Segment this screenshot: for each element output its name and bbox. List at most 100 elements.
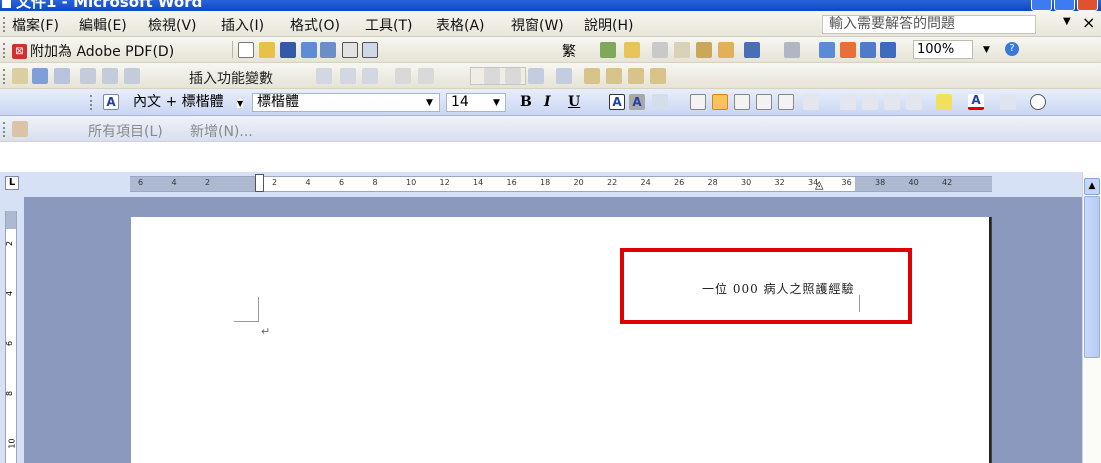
toolbar-grip-icon[interactable]	[3, 17, 5, 32]
mail-merge-recipients-icon[interactable]	[54, 68, 70, 84]
styles-formatting-icon[interactable]: A	[103, 94, 119, 110]
last-record-icon[interactable]	[505, 68, 521, 84]
chevron-down-icon[interactable]: ▼	[1063, 16, 1071, 27]
check-errors-icon[interactable]	[556, 68, 572, 84]
character-border-icon[interactable]: A	[609, 94, 625, 110]
first-record-icon[interactable]	[395, 68, 411, 84]
print-preview-icon[interactable]	[362, 42, 378, 58]
align-right-icon[interactable]	[734, 94, 750, 110]
new-document-icon[interactable]	[238, 42, 254, 58]
character-scaling-icon[interactable]	[652, 94, 668, 110]
tab-stop-icon[interactable]: ◬	[815, 178, 823, 191]
vertical-ruler[interactable]: 2 4 6 8 10	[0, 197, 24, 463]
menu-insert[interactable]: 插入(I)	[221, 15, 264, 35]
enclose-characters-icon[interactable]	[1030, 94, 1046, 110]
format-painter-icon[interactable]	[718, 42, 734, 58]
zoom-select[interactable]: 100%	[913, 40, 973, 59]
insert-excel-icon[interactable]	[880, 42, 896, 58]
align-center-icon[interactable]	[712, 94, 728, 110]
new-entry-button[interactable]: 新增(N)...	[190, 121, 253, 141]
redo-icon[interactable]	[784, 42, 800, 58]
highlight-fields-icon[interactable]	[340, 68, 356, 84]
paste-icon[interactable]	[696, 42, 712, 58]
decrease-indent-icon[interactable]	[884, 94, 900, 110]
align-left-icon[interactable]	[690, 94, 706, 110]
help-question-input[interactable]: 輸入需要解答的問題	[822, 15, 1036, 34]
save-icon[interactable]	[280, 42, 296, 58]
increase-indent-icon[interactable]	[906, 94, 922, 110]
underline-button[interactable]: U	[568, 94, 580, 110]
font-select[interactable]: 標楷體	[252, 93, 440, 112]
copy-icon[interactable]	[674, 42, 690, 58]
merge-to-email-icon[interactable]	[628, 68, 644, 84]
next-record-icon[interactable]	[484, 68, 500, 84]
email-icon[interactable]	[320, 42, 336, 58]
previous-record-icon[interactable]	[418, 68, 434, 84]
toolbar-grip-icon[interactable]	[90, 95, 92, 110]
merge-to-fax-icon[interactable]	[650, 68, 666, 84]
chevron-down-icon[interactable]: ▼	[237, 99, 244, 108]
autotext-icon[interactable]	[12, 121, 28, 137]
toolbar-grip-icon[interactable]	[3, 122, 5, 137]
hyperlink-icon[interactable]	[819, 42, 835, 58]
indent-marker-icon[interactable]	[255, 174, 264, 192]
menu-table[interactable]: 表格(A)	[436, 15, 485, 35]
scroll-thumb[interactable]	[1084, 196, 1100, 358]
open-folder-icon[interactable]	[259, 42, 275, 58]
toolbar-grip-icon[interactable]	[3, 69, 5, 84]
tab-selector-icon[interactable]: L	[5, 176, 19, 190]
convert-to-pdf-button[interactable]: ⊠ 附加為 Adobe PDF(D)	[12, 41, 174, 61]
insert-greeting-line-icon[interactable]	[102, 68, 118, 84]
menu-view[interactable]: 檢視(V)	[148, 15, 197, 35]
insert-merge-fields-icon[interactable]	[124, 68, 140, 84]
open-data-source-icon[interactable]	[32, 68, 48, 84]
insert-table-icon[interactable]	[860, 42, 876, 58]
match-fields-icon[interactable]	[362, 68, 378, 84]
close-document-icon[interactable]: ×	[1082, 13, 1095, 32]
cut-icon[interactable]	[652, 42, 668, 58]
close-window-button[interactable]	[1077, 0, 1098, 11]
traditional-chinese-button[interactable]: 繁	[562, 41, 576, 61]
bullets-icon[interactable]	[862, 94, 878, 110]
print-icon[interactable]	[342, 42, 358, 58]
all-entries-dropdown[interactable]: 所有項目(L)	[88, 121, 163, 141]
main-document-setup-icon[interactable]	[12, 68, 28, 84]
tables-borders-icon[interactable]	[840, 42, 856, 58]
merge-to-printer-icon[interactable]	[606, 68, 622, 84]
research-icon[interactable]	[624, 42, 640, 58]
maximize-button[interactable]	[1054, 0, 1075, 11]
justify-icon[interactable]	[756, 94, 772, 110]
view-merged-data-icon[interactable]	[316, 68, 332, 84]
menu-help[interactable]: 說明(H)	[584, 15, 633, 35]
numbering-icon[interactable]	[840, 94, 856, 110]
highlight-icon[interactable]	[936, 94, 952, 110]
style-select[interactable]: 內文 + 標楷體	[131, 93, 249, 112]
distributed-icon[interactable]	[778, 94, 794, 110]
menu-format[interactable]: 格式(O)	[290, 15, 340, 35]
character-shading-icon[interactable]: A	[629, 94, 645, 110]
help-icon[interactable]: ?	[1005, 42, 1019, 56]
permission-icon[interactable]	[301, 42, 317, 58]
line-spacing-icon[interactable]	[803, 94, 819, 110]
chevron-down-icon[interactable]: ▼	[426, 98, 433, 108]
menu-file[interactable]: 檔案(F)	[12, 15, 59, 35]
insert-word-field-button[interactable]: 插入功能變數	[189, 68, 273, 88]
spelling-icon[interactable]	[600, 42, 616, 58]
find-entry-icon[interactable]	[528, 68, 544, 84]
chevron-down-icon[interactable]: ▼	[493, 98, 500, 108]
toolbar-grip-icon[interactable]	[3, 43, 5, 58]
undo-icon[interactable]	[744, 42, 760, 58]
chevron-down-icon[interactable]: ▼	[983, 45, 990, 55]
phonetic-guide-icon[interactable]	[1000, 94, 1016, 110]
vertical-scrollbar[interactable]: ▲	[1082, 172, 1101, 463]
scroll-up-icon[interactable]: ▲	[1084, 178, 1100, 195]
menu-edit[interactable]: 編輯(E)	[79, 15, 127, 35]
menu-tools[interactable]: 工具(T)	[365, 15, 412, 35]
bold-button[interactable]: B	[520, 94, 532, 110]
minimize-button[interactable]	[1031, 0, 1052, 11]
menu-window[interactable]: 視窗(W)	[511, 15, 564, 35]
insert-address-block-icon[interactable]	[80, 68, 96, 84]
merge-to-new-document-icon[interactable]	[584, 68, 600, 84]
italic-button[interactable]: I	[544, 94, 551, 110]
font-color-icon[interactable]: A	[968, 94, 984, 110]
